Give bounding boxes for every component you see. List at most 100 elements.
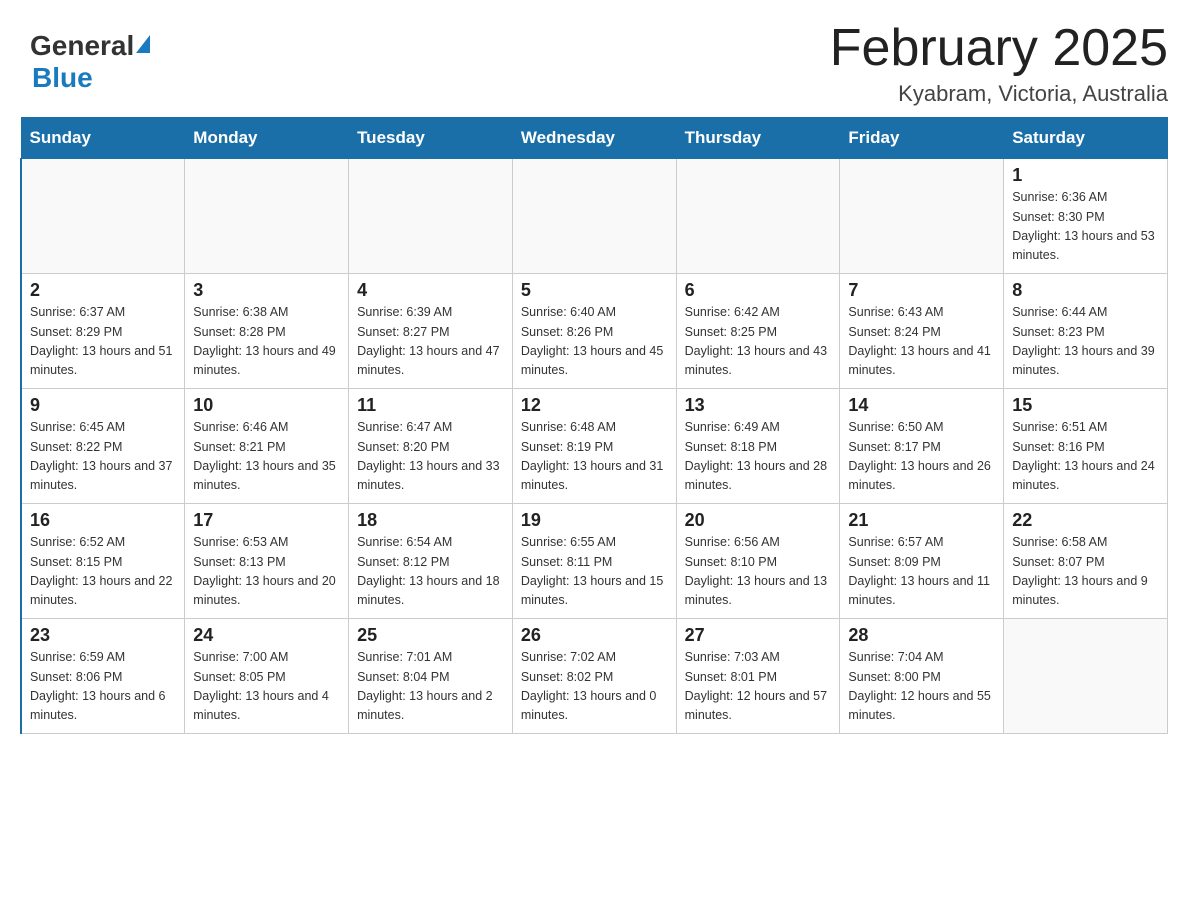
day-info: Sunrise: 7:02 AMSunset: 8:02 PMDaylight:… [521, 648, 668, 726]
day-number: 11 [357, 395, 504, 416]
calendar-day-cell: 18Sunrise: 6:54 AMSunset: 8:12 PMDayligh… [349, 504, 513, 619]
day-number: 22 [1012, 510, 1159, 531]
logo-triangle-icon [136, 35, 150, 53]
calendar-day-cell: 14Sunrise: 6:50 AMSunset: 8:17 PMDayligh… [840, 389, 1004, 504]
day-number: 16 [30, 510, 176, 531]
calendar-week-row: 23Sunrise: 6:59 AMSunset: 8:06 PMDayligh… [21, 619, 1168, 734]
day-info: Sunrise: 6:47 AMSunset: 8:20 PMDaylight:… [357, 418, 504, 496]
day-number: 6 [685, 280, 832, 301]
calendar-day-cell [512, 159, 676, 274]
calendar-day-cell: 23Sunrise: 6:59 AMSunset: 8:06 PMDayligh… [21, 619, 185, 734]
day-info: Sunrise: 6:59 AMSunset: 8:06 PMDaylight:… [30, 648, 176, 726]
logo: General Blue [20, 20, 160, 104]
day-number: 15 [1012, 395, 1159, 416]
calendar-day-cell: 10Sunrise: 6:46 AMSunset: 8:21 PMDayligh… [185, 389, 349, 504]
day-number: 14 [848, 395, 995, 416]
day-number: 4 [357, 280, 504, 301]
day-info: Sunrise: 6:51 AMSunset: 8:16 PMDaylight:… [1012, 418, 1159, 496]
day-info: Sunrise: 6:58 AMSunset: 8:07 PMDaylight:… [1012, 533, 1159, 611]
calendar-day-cell [1004, 619, 1168, 734]
day-info: Sunrise: 7:03 AMSunset: 8:01 PMDaylight:… [685, 648, 832, 726]
calendar-day-cell [676, 159, 840, 274]
calendar-day-cell: 1Sunrise: 6:36 AMSunset: 8:30 PMDaylight… [1004, 159, 1168, 274]
day-number: 9 [30, 395, 176, 416]
day-of-week-header: Tuesday [349, 118, 513, 159]
day-number: 8 [1012, 280, 1159, 301]
calendar-day-cell: 13Sunrise: 6:49 AMSunset: 8:18 PMDayligh… [676, 389, 840, 504]
calendar-day-cell: 26Sunrise: 7:02 AMSunset: 8:02 PMDayligh… [512, 619, 676, 734]
calendar-day-cell: 3Sunrise: 6:38 AMSunset: 8:28 PMDaylight… [185, 274, 349, 389]
calendar-day-cell: 9Sunrise: 6:45 AMSunset: 8:22 PMDaylight… [21, 389, 185, 504]
day-info: Sunrise: 6:43 AMSunset: 8:24 PMDaylight:… [848, 303, 995, 381]
day-of-week-header: Friday [840, 118, 1004, 159]
day-info: Sunrise: 6:37 AMSunset: 8:29 PMDaylight:… [30, 303, 176, 381]
day-info: Sunrise: 6:46 AMSunset: 8:21 PMDaylight:… [193, 418, 340, 496]
day-of-week-header: Thursday [676, 118, 840, 159]
calendar-day-cell: 4Sunrise: 6:39 AMSunset: 8:27 PMDaylight… [349, 274, 513, 389]
day-number: 13 [685, 395, 832, 416]
day-of-week-header: Monday [185, 118, 349, 159]
day-number: 12 [521, 395, 668, 416]
day-info: Sunrise: 6:50 AMSunset: 8:17 PMDaylight:… [848, 418, 995, 496]
logo-blue-text: Blue [32, 62, 93, 94]
day-number: 10 [193, 395, 340, 416]
calendar-day-cell: 24Sunrise: 7:00 AMSunset: 8:05 PMDayligh… [185, 619, 349, 734]
logo-general-text: General [30, 30, 134, 62]
day-info: Sunrise: 6:57 AMSunset: 8:09 PMDaylight:… [848, 533, 995, 611]
day-info: Sunrise: 6:49 AMSunset: 8:18 PMDaylight:… [685, 418, 832, 496]
day-info: Sunrise: 6:38 AMSunset: 8:28 PMDaylight:… [193, 303, 340, 381]
calendar-week-row: 9Sunrise: 6:45 AMSunset: 8:22 PMDaylight… [21, 389, 1168, 504]
day-info: Sunrise: 6:36 AMSunset: 8:30 PMDaylight:… [1012, 188, 1159, 266]
day-info: Sunrise: 6:48 AMSunset: 8:19 PMDaylight:… [521, 418, 668, 496]
day-info: Sunrise: 6:40 AMSunset: 8:26 PMDaylight:… [521, 303, 668, 381]
calendar-day-cell: 5Sunrise: 6:40 AMSunset: 8:26 PMDaylight… [512, 274, 676, 389]
calendar-day-cell: 17Sunrise: 6:53 AMSunset: 8:13 PMDayligh… [185, 504, 349, 619]
calendar-day-cell: 15Sunrise: 6:51 AMSunset: 8:16 PMDayligh… [1004, 389, 1168, 504]
day-of-week-header: Wednesday [512, 118, 676, 159]
day-info: Sunrise: 6:42 AMSunset: 8:25 PMDaylight:… [685, 303, 832, 381]
page-title: February 2025 [830, 20, 1168, 77]
calendar-day-cell: 12Sunrise: 6:48 AMSunset: 8:19 PMDayligh… [512, 389, 676, 504]
day-number: 1 [1012, 165, 1159, 186]
day-number: 25 [357, 625, 504, 646]
page-subtitle: Kyabram, Victoria, Australia [830, 81, 1168, 107]
day-info: Sunrise: 7:00 AMSunset: 8:05 PMDaylight:… [193, 648, 340, 726]
day-info: Sunrise: 6:44 AMSunset: 8:23 PMDaylight:… [1012, 303, 1159, 381]
calendar-body: 1Sunrise: 6:36 AMSunset: 8:30 PMDaylight… [21, 159, 1168, 734]
day-number: 20 [685, 510, 832, 531]
day-info: Sunrise: 6:39 AMSunset: 8:27 PMDaylight:… [357, 303, 504, 381]
calendar-day-cell [21, 159, 185, 274]
day-info: Sunrise: 6:52 AMSunset: 8:15 PMDaylight:… [30, 533, 176, 611]
calendar-day-cell: 2Sunrise: 6:37 AMSunset: 8:29 PMDaylight… [21, 274, 185, 389]
day-info: Sunrise: 6:45 AMSunset: 8:22 PMDaylight:… [30, 418, 176, 496]
calendar-day-cell: 7Sunrise: 6:43 AMSunset: 8:24 PMDaylight… [840, 274, 1004, 389]
day-number: 2 [30, 280, 176, 301]
calendar-day-cell: 22Sunrise: 6:58 AMSunset: 8:07 PMDayligh… [1004, 504, 1168, 619]
calendar-day-cell: 25Sunrise: 7:01 AMSunset: 8:04 PMDayligh… [349, 619, 513, 734]
day-number: 18 [357, 510, 504, 531]
day-info: Sunrise: 6:55 AMSunset: 8:11 PMDaylight:… [521, 533, 668, 611]
day-number: 19 [521, 510, 668, 531]
calendar-day-cell: 8Sunrise: 6:44 AMSunset: 8:23 PMDaylight… [1004, 274, 1168, 389]
day-info: Sunrise: 7:01 AMSunset: 8:04 PMDaylight:… [357, 648, 504, 726]
day-number: 23 [30, 625, 176, 646]
calendar-week-row: 1Sunrise: 6:36 AMSunset: 8:30 PMDaylight… [21, 159, 1168, 274]
calendar-day-cell: 11Sunrise: 6:47 AMSunset: 8:20 PMDayligh… [349, 389, 513, 504]
day-of-week-header: Saturday [1004, 118, 1168, 159]
day-number: 3 [193, 280, 340, 301]
calendar-week-row: 2Sunrise: 6:37 AMSunset: 8:29 PMDaylight… [21, 274, 1168, 389]
calendar-day-cell: 21Sunrise: 6:57 AMSunset: 8:09 PMDayligh… [840, 504, 1004, 619]
day-info: Sunrise: 6:56 AMSunset: 8:10 PMDaylight:… [685, 533, 832, 611]
day-number: 21 [848, 510, 995, 531]
day-number: 24 [193, 625, 340, 646]
day-number: 5 [521, 280, 668, 301]
calendar-day-cell: 6Sunrise: 6:42 AMSunset: 8:25 PMDaylight… [676, 274, 840, 389]
calendar-week-row: 16Sunrise: 6:52 AMSunset: 8:15 PMDayligh… [21, 504, 1168, 619]
calendar-day-cell: 28Sunrise: 7:04 AMSunset: 8:00 PMDayligh… [840, 619, 1004, 734]
day-number: 17 [193, 510, 340, 531]
day-of-week-header: Sunday [21, 118, 185, 159]
page-header: General Blue February 2025 Kyabram, Vict… [20, 20, 1168, 107]
calendar-day-cell: 27Sunrise: 7:03 AMSunset: 8:01 PMDayligh… [676, 619, 840, 734]
day-info: Sunrise: 7:04 AMSunset: 8:00 PMDaylight:… [848, 648, 995, 726]
title-section: February 2025 Kyabram, Victoria, Austral… [830, 20, 1168, 107]
